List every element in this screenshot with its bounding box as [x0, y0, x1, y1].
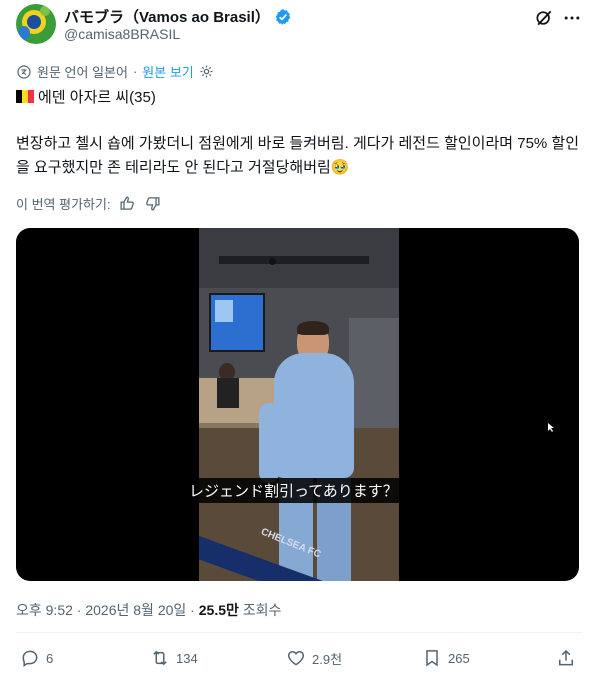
translate-icon [17, 64, 31, 79]
post-body: 변장하고 첼시 숍에 가봤더니 점원에게 바로 들켜버림. 게다가 레전드 할인… [16, 135, 580, 176]
author-name[interactable]: バモブラ（Vamos ao Brasil） [64, 6, 270, 27]
grok-icon[interactable] [534, 8, 554, 28]
thumbs-up-icon[interactable] [119, 195, 136, 212]
view-count: 25.5만 [198, 602, 239, 618]
mouse-cursor-icon [548, 423, 554, 432]
reply-icon [22, 650, 38, 667]
view-count-label: 조회수 [242, 602, 282, 618]
rate-translation-label: 이 번역 평가하기: [16, 197, 111, 212]
like-count: 2.9천 [312, 651, 343, 667]
bookmark-count: 265 [448, 650, 470, 666]
video-player[interactable]: CHELSEA FC レジェンド割引ってあります？ [16, 228, 579, 581]
post-line1: 에덴 아자르 씨(35) [38, 89, 156, 106]
author-handle[interactable]: @camisa8BRASIL [64, 26, 180, 42]
action-bar: 6 134 2.9천 265 [16, 648, 582, 676]
more-options-icon[interactable] [562, 8, 582, 28]
post-meta: 오후 9:52 · 2026년 8월 20일 · 25.5만 조회수 [16, 602, 282, 618]
video-subtitle: レジェンド割引ってあります？ [183, 478, 404, 503]
avatar[interactable] [16, 4, 56, 44]
bookmark-button[interactable]: 265 [422, 648, 470, 668]
bookmark-icon [426, 650, 438, 667]
share-icon [559, 649, 573, 666]
repost-icon [153, 650, 167, 666]
thumbs-down-icon[interactable] [144, 195, 161, 212]
show-original-link[interactable]: 원본 보기 [142, 62, 193, 81]
post-date[interactable]: 2026년 8월 20일 [85, 602, 186, 618]
share-button[interactable] [556, 648, 576, 668]
verified-badge-icon [275, 8, 291, 25]
divider [16, 632, 582, 633]
repost-button[interactable]: 134 [150, 648, 198, 668]
settings-icon[interactable] [199, 64, 214, 79]
post-time[interactable]: 오후 9:52 [16, 602, 73, 618]
video-frame: CHELSEA FC [199, 228, 399, 581]
like-button[interactable]: 2.9천 [286, 648, 342, 668]
translation-label: 원문 언어 일본어 [37, 65, 128, 80]
heart-icon [287, 650, 305, 666]
belgium-flag-icon [16, 90, 34, 103]
repost-count: 134 [176, 650, 198, 666]
reply-button[interactable]: 6 [20, 648, 53, 668]
reply-count: 6 [46, 650, 54, 666]
